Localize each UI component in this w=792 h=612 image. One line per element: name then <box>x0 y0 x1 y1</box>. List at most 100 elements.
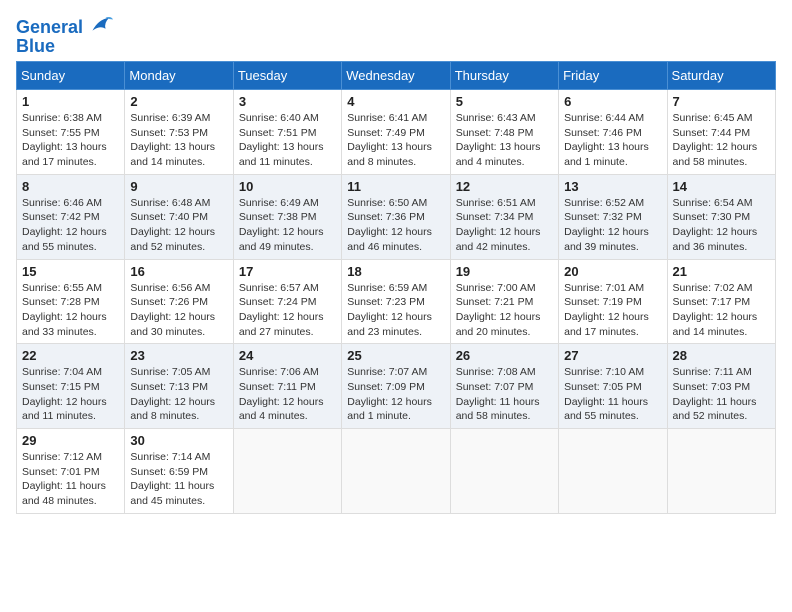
calendar-week-row: 8 Sunrise: 6:46 AM Sunset: 7:42 PM Dayli… <box>17 174 776 259</box>
calendar-cell: 14 Sunrise: 6:54 AM Sunset: 7:30 PM Dayl… <box>667 174 775 259</box>
calendar-cell: 6 Sunrise: 6:44 AM Sunset: 7:46 PM Dayli… <box>559 90 667 175</box>
day-number: 3 <box>239 94 336 109</box>
calendar-cell: 13 Sunrise: 6:52 AM Sunset: 7:32 PM Dayl… <box>559 174 667 259</box>
calendar-cell <box>450 429 558 514</box>
calendar-cell: 21 Sunrise: 7:02 AM Sunset: 7:17 PM Dayl… <box>667 259 775 344</box>
day-info: Sunrise: 7:08 AM Sunset: 7:07 PM Dayligh… <box>456 365 553 424</box>
calendar-cell: 2 Sunrise: 6:39 AM Sunset: 7:53 PM Dayli… <box>125 90 233 175</box>
day-number: 4 <box>347 94 444 109</box>
day-number: 21 <box>673 264 770 279</box>
calendar-week-row: 22 Sunrise: 7:04 AM Sunset: 7:15 PM Dayl… <box>17 344 776 429</box>
day-number: 11 <box>347 179 444 194</box>
day-number: 28 <box>673 348 770 363</box>
day-info: Sunrise: 6:56 AM Sunset: 7:26 PM Dayligh… <box>130 281 227 340</box>
day-header-wednesday: Wednesday <box>342 62 450 90</box>
logo: General Blue <box>16 16 113 57</box>
day-number: 12 <box>456 179 553 194</box>
calendar-cell: 7 Sunrise: 6:45 AM Sunset: 7:44 PM Dayli… <box>667 90 775 175</box>
calendar-header-row: SundayMondayTuesdayWednesdayThursdayFrid… <box>17 62 776 90</box>
day-info: Sunrise: 7:02 AM Sunset: 7:17 PM Dayligh… <box>673 281 770 340</box>
day-info: Sunrise: 6:49 AM Sunset: 7:38 PM Dayligh… <box>239 196 336 255</box>
calendar-cell: 1 Sunrise: 6:38 AM Sunset: 7:55 PM Dayli… <box>17 90 125 175</box>
day-info: Sunrise: 6:41 AM Sunset: 7:49 PM Dayligh… <box>347 111 444 170</box>
day-info: Sunrise: 6:46 AM Sunset: 7:42 PM Dayligh… <box>22 196 119 255</box>
day-info: Sunrise: 6:44 AM Sunset: 7:46 PM Dayligh… <box>564 111 661 170</box>
calendar-cell: 8 Sunrise: 6:46 AM Sunset: 7:42 PM Dayli… <box>17 174 125 259</box>
calendar-cell: 18 Sunrise: 6:59 AM Sunset: 7:23 PM Dayl… <box>342 259 450 344</box>
day-info: Sunrise: 7:06 AM Sunset: 7:11 PM Dayligh… <box>239 365 336 424</box>
calendar-cell: 4 Sunrise: 6:41 AM Sunset: 7:49 PM Dayli… <box>342 90 450 175</box>
calendar-cell: 15 Sunrise: 6:55 AM Sunset: 7:28 PM Dayl… <box>17 259 125 344</box>
day-number: 6 <box>564 94 661 109</box>
day-number: 16 <box>130 264 227 279</box>
day-number: 27 <box>564 348 661 363</box>
calendar-cell: 25 Sunrise: 7:07 AM Sunset: 7:09 PM Dayl… <box>342 344 450 429</box>
day-info: Sunrise: 7:04 AM Sunset: 7:15 PM Dayligh… <box>22 365 119 424</box>
day-number: 25 <box>347 348 444 363</box>
day-info: Sunrise: 6:43 AM Sunset: 7:48 PM Dayligh… <box>456 111 553 170</box>
day-number: 5 <box>456 94 553 109</box>
day-header-tuesday: Tuesday <box>233 62 341 90</box>
day-info: Sunrise: 6:54 AM Sunset: 7:30 PM Dayligh… <box>673 196 770 255</box>
logo-text: General <box>16 18 83 38</box>
calendar-table: SundayMondayTuesdayWednesdayThursdayFrid… <box>16 61 776 514</box>
calendar-cell: 19 Sunrise: 7:00 AM Sunset: 7:21 PM Dayl… <box>450 259 558 344</box>
day-info: Sunrise: 6:55 AM Sunset: 7:28 PM Dayligh… <box>22 281 119 340</box>
day-info: Sunrise: 7:14 AM Sunset: 6:59 PM Dayligh… <box>130 450 227 509</box>
day-info: Sunrise: 7:07 AM Sunset: 7:09 PM Dayligh… <box>347 365 444 424</box>
day-info: Sunrise: 7:12 AM Sunset: 7:01 PM Dayligh… <box>22 450 119 509</box>
day-number: 2 <box>130 94 227 109</box>
day-number: 18 <box>347 264 444 279</box>
day-number: 13 <box>564 179 661 194</box>
day-info: Sunrise: 6:50 AM Sunset: 7:36 PM Dayligh… <box>347 196 444 255</box>
day-info: Sunrise: 6:57 AM Sunset: 7:24 PM Dayligh… <box>239 281 336 340</box>
calendar-cell <box>667 429 775 514</box>
calendar-cell <box>342 429 450 514</box>
calendar-cell: 23 Sunrise: 7:05 AM Sunset: 7:13 PM Dayl… <box>125 344 233 429</box>
calendar-week-row: 15 Sunrise: 6:55 AM Sunset: 7:28 PM Dayl… <box>17 259 776 344</box>
day-number: 23 <box>130 348 227 363</box>
day-header-monday: Monday <box>125 62 233 90</box>
day-header-friday: Friday <box>559 62 667 90</box>
day-header-sunday: Sunday <box>17 62 125 90</box>
day-number: 8 <box>22 179 119 194</box>
day-number: 22 <box>22 348 119 363</box>
day-header-thursday: Thursday <box>450 62 558 90</box>
calendar-cell: 9 Sunrise: 6:48 AM Sunset: 7:40 PM Dayli… <box>125 174 233 259</box>
day-number: 1 <box>22 94 119 109</box>
day-number: 24 <box>239 348 336 363</box>
calendar-cell: 29 Sunrise: 7:12 AM Sunset: 7:01 PM Dayl… <box>17 429 125 514</box>
calendar-cell: 3 Sunrise: 6:40 AM Sunset: 7:51 PM Dayli… <box>233 90 341 175</box>
day-info: Sunrise: 6:52 AM Sunset: 7:32 PM Dayligh… <box>564 196 661 255</box>
calendar-cell: 22 Sunrise: 7:04 AM Sunset: 7:15 PM Dayl… <box>17 344 125 429</box>
calendar-cell: 16 Sunrise: 6:56 AM Sunset: 7:26 PM Dayl… <box>125 259 233 344</box>
day-header-saturday: Saturday <box>667 62 775 90</box>
calendar-cell: 11 Sunrise: 6:50 AM Sunset: 7:36 PM Dayl… <box>342 174 450 259</box>
logo-bird-icon <box>85 12 113 40</box>
day-info: Sunrise: 7:11 AM Sunset: 7:03 PM Dayligh… <box>673 365 770 424</box>
day-number: 19 <box>456 264 553 279</box>
calendar-week-row: 29 Sunrise: 7:12 AM Sunset: 7:01 PM Dayl… <box>17 429 776 514</box>
calendar-cell <box>559 429 667 514</box>
calendar-cell: 24 Sunrise: 7:06 AM Sunset: 7:11 PM Dayl… <box>233 344 341 429</box>
calendar-cell: 27 Sunrise: 7:10 AM Sunset: 7:05 PM Dayl… <box>559 344 667 429</box>
day-number: 20 <box>564 264 661 279</box>
day-info: Sunrise: 6:48 AM Sunset: 7:40 PM Dayligh… <box>130 196 227 255</box>
day-number: 7 <box>673 94 770 109</box>
day-info: Sunrise: 6:45 AM Sunset: 7:44 PM Dayligh… <box>673 111 770 170</box>
calendar-cell: 12 Sunrise: 6:51 AM Sunset: 7:34 PM Dayl… <box>450 174 558 259</box>
day-number: 30 <box>130 433 227 448</box>
day-number: 17 <box>239 264 336 279</box>
day-number: 9 <box>130 179 227 194</box>
day-info: Sunrise: 7:10 AM Sunset: 7:05 PM Dayligh… <box>564 365 661 424</box>
day-info: Sunrise: 6:59 AM Sunset: 7:23 PM Dayligh… <box>347 281 444 340</box>
day-info: Sunrise: 6:38 AM Sunset: 7:55 PM Dayligh… <box>22 111 119 170</box>
calendar-cell: 30 Sunrise: 7:14 AM Sunset: 6:59 PM Dayl… <box>125 429 233 514</box>
day-info: Sunrise: 7:01 AM Sunset: 7:19 PM Dayligh… <box>564 281 661 340</box>
calendar-cell: 10 Sunrise: 6:49 AM Sunset: 7:38 PM Dayl… <box>233 174 341 259</box>
calendar-cell: 26 Sunrise: 7:08 AM Sunset: 7:07 PM Dayl… <box>450 344 558 429</box>
day-info: Sunrise: 6:39 AM Sunset: 7:53 PM Dayligh… <box>130 111 227 170</box>
day-number: 10 <box>239 179 336 194</box>
day-info: Sunrise: 6:40 AM Sunset: 7:51 PM Dayligh… <box>239 111 336 170</box>
day-number: 26 <box>456 348 553 363</box>
